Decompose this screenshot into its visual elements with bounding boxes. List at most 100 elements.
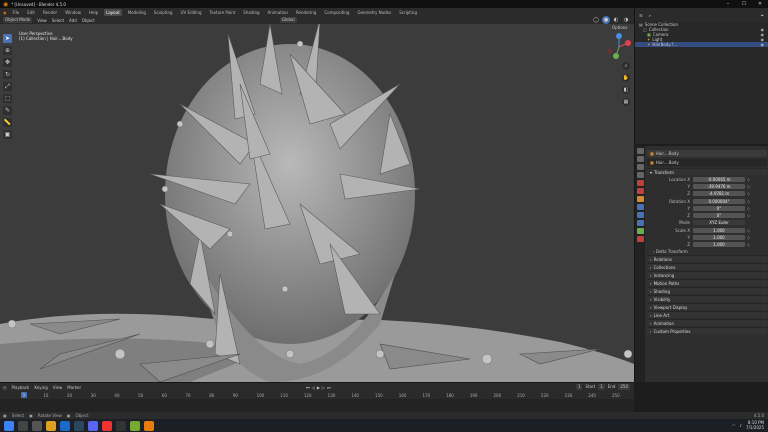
menu-edit[interactable]: Edit <box>25 9 37 16</box>
cursor-tool[interactable]: ⊕ <box>3 46 12 55</box>
options-dropdown[interactable]: Options <box>612 25 627 30</box>
keying-menu[interactable]: Keying <box>34 385 47 390</box>
rotation-x-field[interactable]: 0.000004° <box>693 198 745 204</box>
playback-menu[interactable]: Playback <box>12 385 30 390</box>
keyframe-icon[interactable]: ◇ <box>747 184 750 189</box>
workspace-tab-compositing[interactable]: Compositing <box>322 9 351 16</box>
section-custom-properties[interactable]: › Custom Properties <box>647 327 767 334</box>
menu-file[interactable]: File <box>11 9 22 16</box>
view-menu[interactable]: View <box>53 385 63 390</box>
clock-icon[interactable]: ◷ <box>3 385 7 390</box>
jump-end-icon[interactable]: ⏭ <box>327 385 331 390</box>
zoom-button[interactable]: ⌕ <box>622 62 630 70</box>
scale-z-field[interactable]: 1.000 <box>693 241 745 247</box>
prev-key-icon[interactable]: ◁ <box>312 385 315 390</box>
keyframe-icon[interactable]: ◇ <box>747 228 750 233</box>
section-relations[interactable]: › Relations <box>647 255 767 262</box>
scale-tool[interactable]: ⤢ <box>3 82 12 91</box>
mode-dropdown[interactable]: Object Mode <box>3 17 33 23</box>
camera-view-button[interactable]: ◧ <box>622 86 630 94</box>
scale-y-field[interactable]: 1.000 <box>693 234 745 240</box>
menu-help[interactable]: Help <box>87 9 100 16</box>
output-tab[interactable] <box>637 164 644 170</box>
orientation-dropdown[interactable]: Global <box>279 17 297 23</box>
transform-tool[interactable]: ⬚ <box>3 94 12 103</box>
scene-tab[interactable] <box>637 180 644 186</box>
keyframe-icon[interactable]: ◇ <box>747 235 750 240</box>
menu-render[interactable]: Render <box>41 9 59 16</box>
move-tool[interactable]: ✥ <box>3 58 12 67</box>
data-tab[interactable] <box>637 228 644 234</box>
workspace-tab-modeling[interactable]: Modeling <box>126 9 148 16</box>
task-view-icon[interactable] <box>32 420 42 431</box>
annotate-tool[interactable]: ✎ <box>3 106 12 115</box>
render-tab[interactable] <box>637 156 644 162</box>
eye-icon[interactable]: ◉ <box>761 42 765 47</box>
close-button[interactable]: ✕ <box>752 0 768 8</box>
object-menu[interactable]: Object <box>82 18 95 23</box>
workspace-tab-rendering[interactable]: Rendering <box>294 9 318 16</box>
section-line-art[interactable]: › Line Art <box>647 311 767 318</box>
editor-type-icon[interactable]: ☰ <box>639 13 643 18</box>
location-z-field[interactable]: -4.9781 m <box>693 190 745 196</box>
particles-tab[interactable] <box>637 212 644 218</box>
current-frame-field[interactable]: 1 <box>575 384 583 390</box>
menu-window[interactable]: Window <box>63 9 83 16</box>
location-y-field[interactable]: -39.9476 m <box>693 183 745 189</box>
section-collections[interactable]: › Collections <box>647 263 767 270</box>
rotate-tool[interactable]: ↻ <box>3 70 12 79</box>
keyframe-icon[interactable]: ◇ <box>747 199 750 204</box>
app-icon[interactable] <box>116 420 126 431</box>
steam-icon[interactable] <box>74 420 84 431</box>
workspace-tab-layout[interactable]: Layout <box>104 8 122 16</box>
scale-x-field[interactable]: 1.000 <box>693 227 745 233</box>
filter-icon[interactable]: ⏷ <box>761 13 764 18</box>
jump-start-icon[interactable]: ⏮ <box>306 385 310 390</box>
clock[interactable]: 8:10 PM 7/1/2025 <box>746 420 764 430</box>
pan-button[interactable]: ✋ <box>622 74 630 82</box>
physics-tab[interactable] <box>637 220 644 226</box>
taskbar-search-icon[interactable] <box>18 420 28 431</box>
next-key-icon[interactable]: ▷ <box>322 385 325 390</box>
section-animation[interactable]: › Animation <box>647 319 767 326</box>
workspace-tab-uv-editing[interactable]: UV Editing <box>179 9 204 16</box>
file-explorer-icon[interactable] <box>46 420 56 431</box>
workspace-tab-scripting[interactable]: Scripting <box>397 9 419 16</box>
blender-menu-icon[interactable]: ◉ <box>3 10 7 15</box>
material-shading-icon[interactable]: ◐ <box>612 16 620 24</box>
discord-icon[interactable] <box>88 420 98 431</box>
rotation-mode-dropdown[interactable]: XYZ Euler <box>693 219 745 225</box>
section-viewport-display[interactable]: › Viewport Display <box>647 303 767 310</box>
minimize-button[interactable]: – <box>720 0 736 8</box>
3d-viewport[interactable]: User Perspective (1) Collection | Hair..… <box>0 24 634 382</box>
section-shading[interactable]: › Shading <box>647 287 767 294</box>
outliner-row-hair-body[interactable]: ✶ HairBody.?... ◉ <box>635 42 768 47</box>
modifier-tab[interactable] <box>637 204 644 210</box>
playhead[interactable]: 1 <box>21 392 27 398</box>
material-tab[interactable] <box>637 236 644 242</box>
tool-tab[interactable] <box>637 148 644 154</box>
keyframe-icon[interactable]: ◇ <box>747 206 750 211</box>
blender-taskbar-icon[interactable] <box>144 420 154 431</box>
transform-panel-header[interactable]: ▾ Transform <box>647 168 767 175</box>
app-icon[interactable] <box>130 420 140 431</box>
search-icon[interactable]: ⌕ <box>649 13 651 18</box>
keyframe-icon[interactable]: ◇ <box>747 191 750 196</box>
delta-transform-row[interactable]: › Delta Transform <box>647 248 767 254</box>
workspace-tab-texture-paint[interactable]: Texture Paint <box>207 9 237 16</box>
measure-tool[interactable]: 📏 <box>3 118 12 127</box>
view-menu[interactable]: View <box>37 18 47 23</box>
world-tab[interactable] <box>637 188 644 194</box>
keyframe-icon[interactable]: ◇ <box>747 177 750 182</box>
rotation-z-field[interactable]: 0° <box>693 212 745 218</box>
add-cube-tool[interactable]: ▣ <box>3 130 12 139</box>
maximize-button[interactable]: ☐ <box>736 0 752 8</box>
section-instancing[interactable]: › Instancing <box>647 271 767 278</box>
workspace-tab-shading[interactable]: Shading <box>241 9 261 16</box>
windows-start-icon[interactable] <box>4 420 14 431</box>
start-frame-field[interactable]: 1 <box>598 384 605 390</box>
add-menu[interactable]: Add <box>69 18 77 23</box>
object-name-field[interactable]: ■ Hair....Body <box>647 159 767 166</box>
play-icon[interactable]: ▶ <box>317 385 320 390</box>
edge-icon[interactable] <box>60 420 70 431</box>
